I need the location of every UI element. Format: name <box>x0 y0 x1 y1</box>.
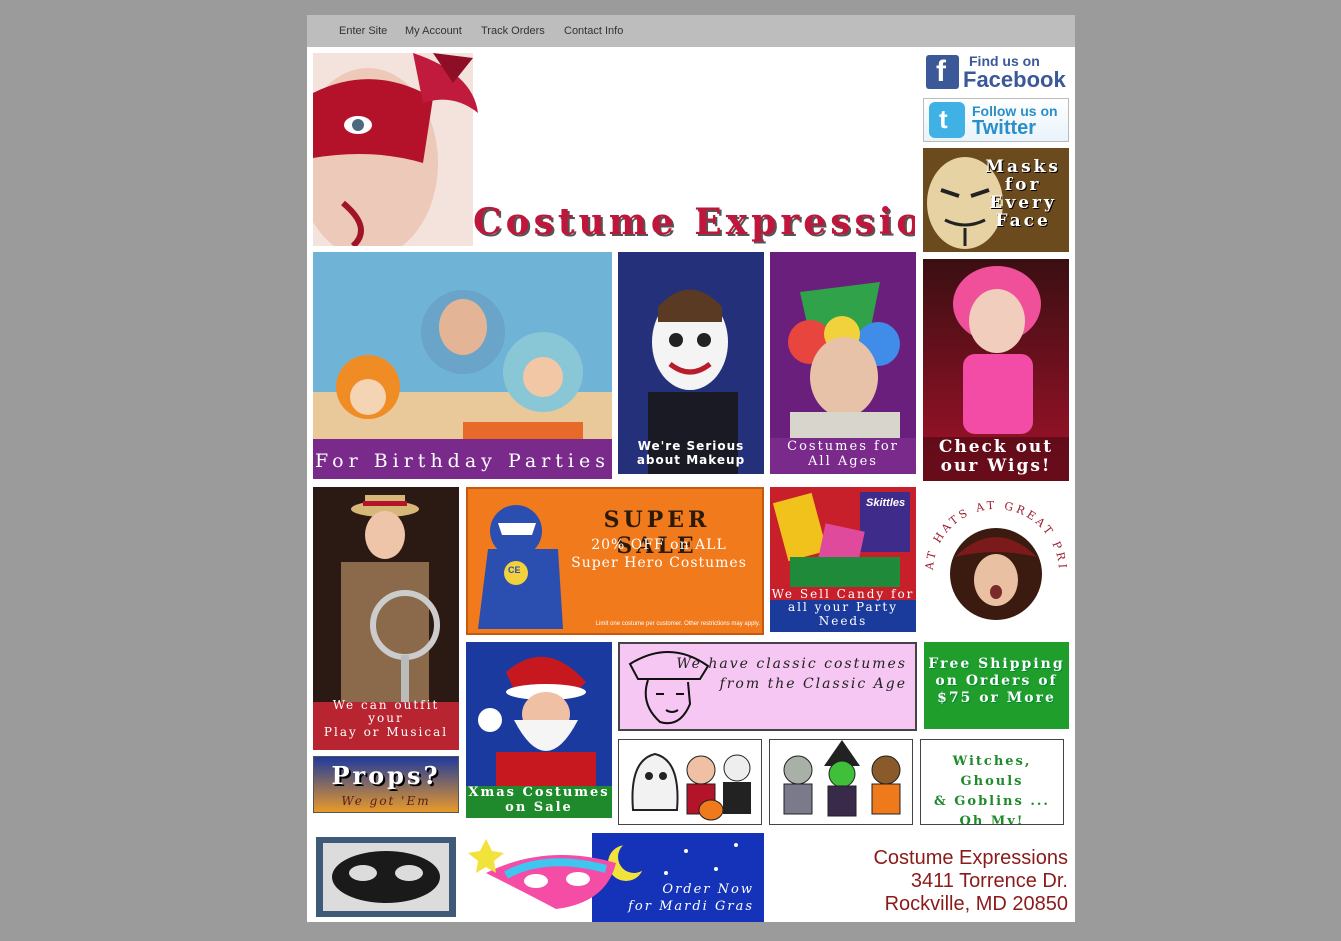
play-line-1: We can outfit your <box>332 697 440 726</box>
super-sale-line-1: 20% OFF on ALL <box>591 537 727 553</box>
facebook-icon: f <box>926 55 959 89</box>
page-container: Enter Site My Account Track Orders Conta… <box>307 15 1075 922</box>
xmas-line-1: Xmas Costumes <box>468 785 610 801</box>
ghost-kids-cartoon-image <box>631 752 751 821</box>
mardi-gras-caption: Order Now for Mardi Gras <box>628 881 754 915</box>
candy-brand-label: Skittles <box>866 497 906 509</box>
makeup-line-1: We're Serious <box>637 439 745 454</box>
promo-hats[interactable]: GREAT HATS AT GREAT PRICES <box>923 492 1069 627</box>
shipping-caption: Free Shipping on Orders of $75 or More <box>924 656 1069 707</box>
nav-track-orders[interactable]: Track Orders <box>481 25 545 37</box>
promo-candy[interactable]: Skittles We Sell Candy for all your Part… <box>770 487 916 632</box>
ages-line-1: Costumes for <box>787 439 899 455</box>
witches-caption: Witches, Ghouls & Goblins ... Oh My! <box>921 752 1063 825</box>
facebook-bottom-text: Facebook <box>963 67 1066 92</box>
super-sale-fine-print: Limit one costume per customer. Other re… <box>595 621 760 627</box>
witches-line-2: & Goblins ... <box>934 794 1050 809</box>
promo-props[interactable]: Props? We got 'Em <box>313 756 459 813</box>
mardi-gras-line-1: Order Now <box>662 882 754 897</box>
classic-caption: We have classic costumes from the Classi… <box>676 654 907 694</box>
masks-line-2: for <box>1004 175 1042 195</box>
shipping-line-2: on Orders of <box>935 673 1058 689</box>
twitter-button[interactable]: t Follow us on Twitter <box>923 98 1069 142</box>
promo-witches[interactable]: Witches, Ghouls & Goblins ... Oh My! <box>920 739 1064 825</box>
promo-classic[interactable]: We have classic costumes from the Classi… <box>618 642 917 731</box>
pirate-hat-image: GREAT HATS AT GREAT PRICES <box>923 492 1066 620</box>
twitter-icon: t <box>929 102 965 138</box>
super-sale-line-2: Super Hero Costumes <box>571 555 747 571</box>
candy-line-2: all your Party Needs <box>788 600 898 629</box>
props-subtitle: We got 'Em <box>341 794 431 808</box>
classic-line-1: We have classic costumes <box>676 656 907 672</box>
nav-enter-site[interactable]: Enter Site <box>339 25 387 37</box>
promo-wigs[interactable]: Check out our Wigs! <box>923 259 1069 481</box>
witch-kids-cartoon-image <box>783 740 901 817</box>
play-line-2: Play or Musical <box>323 725 449 740</box>
twitter-bottom-text: Twitter <box>972 117 1037 139</box>
masks-line-3: Every <box>989 193 1057 213</box>
birthday-caption: For Birthday Parties <box>314 450 610 473</box>
promo-xmas[interactable]: Xmas Costumes on Sale <box>466 642 612 818</box>
masks-line-1: Masks <box>985 157 1061 177</box>
facebook-button[interactable]: f Find us on Facebook <box>923 53 1069 93</box>
header-title: Costume Expressions <box>473 201 915 243</box>
candy-caption: We Sell Candy for all your Party Needs <box>770 586 916 629</box>
promo-black-mask[interactable] <box>313 833 459 922</box>
ages-caption: Costumes for All Ages <box>770 439 916 470</box>
promo-super-sale[interactable]: CE SUPER SALE 20% OFF on ALL Super Hero … <box>466 487 764 635</box>
witches-line-3: Oh My! <box>959 814 1025 825</box>
promo-mardi-gras[interactable]: Order Now for Mardi Gras <box>466 833 764 922</box>
wigs-line-2: our Wigs! <box>940 456 1052 477</box>
masks-caption: Masks for Every Face <box>985 158 1061 230</box>
promo-ghost-kids[interactable] <box>618 739 762 825</box>
classic-line-2: from the Classic Age <box>719 676 907 692</box>
promo-birthday[interactable]: For Birthday Parties <box>313 252 612 479</box>
promo-makeup[interactable]: We're Serious about Makeup <box>618 252 764 474</box>
shipping-line-1: Free Shipping <box>928 656 1065 672</box>
mardi-gras-line-2: for Mardi Gras <box>628 899 754 914</box>
address-street: 3411 Torrence Dr. <box>910 870 1068 892</box>
top-nav-bar: Enter Site My Account Track Orders Conta… <box>307 15 1075 47</box>
makeup-line-2: about Makeup <box>636 453 746 468</box>
promo-shipping[interactable]: Free Shipping on Orders of $75 or More <box>924 642 1069 729</box>
wigs-caption: Check out our Wigs! <box>923 436 1069 477</box>
wigs-line-1: Check out <box>938 436 1054 457</box>
masks-line-4: Face <box>995 211 1051 231</box>
ages-line-2: All Ages <box>808 454 878 470</box>
superhero-mascot-image <box>478 505 563 629</box>
address-name: Costume Expressions <box>873 847 1068 869</box>
xmas-caption: Xmas Costumes on Sale <box>466 785 612 816</box>
promo-all-ages[interactable]: Costumes for All Ages <box>770 252 916 474</box>
promo-witch-kids[interactable] <box>769 739 913 825</box>
makeup-caption: We're Serious about Makeup <box>618 440 764 468</box>
nav-my-account[interactable]: My Account <box>405 25 462 37</box>
props-title: Props? <box>331 761 441 790</box>
witches-line-1: Witches, Ghouls <box>952 754 1032 789</box>
xmas-line-2: on Sale <box>505 800 573 816</box>
promo-play[interactable]: We can outfit your Play or Musical <box>313 487 459 750</box>
shipping-line-3: $75 or More <box>937 690 1056 706</box>
address-city: Rockville, MD 20850 <box>884 893 1068 915</box>
super-sale-logo-text: CE <box>508 565 521 575</box>
store-address: Costume Expressions 3411 Torrence Dr. Ro… <box>873 847 1068 916</box>
black-mask-image <box>316 837 456 917</box>
promo-masks[interactable]: Masks for Every Face <box>923 148 1069 252</box>
candy-line-1: We Sell Candy for <box>771 586 915 601</box>
nav-contact-info[interactable]: Contact Info <box>564 25 623 37</box>
play-caption: We can outfit your Play or Musical <box>313 697 459 740</box>
header-banner[interactable]: Costume Expressions <box>313 53 915 246</box>
